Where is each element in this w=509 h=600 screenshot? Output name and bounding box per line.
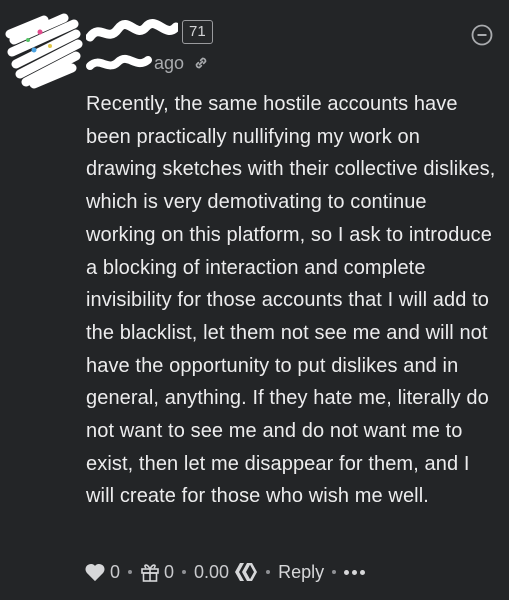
heart-icon (85, 563, 105, 582)
timestamp-suffix: ago (154, 52, 185, 73)
reputation-badge: 71 (182, 20, 213, 44)
timestamp-redacted (86, 54, 152, 70)
more-options-icon[interactable] (344, 569, 366, 575)
permalink-icon[interactable] (192, 54, 210, 72)
author-row: 71 (86, 14, 213, 50)
payout-button[interactable]: 0.00 (194, 562, 258, 583)
reply-button[interactable]: Reply (278, 562, 324, 583)
separator-dot (332, 570, 337, 574)
author-name-redacted[interactable] (86, 17, 178, 47)
gift-icon (141, 564, 159, 582)
gift-button[interactable]: 0 (140, 561, 174, 583)
meta-row: ago (86, 50, 210, 76)
vote-button[interactable]: 0 (84, 562, 120, 583)
collapse-icon[interactable] (471, 24, 493, 46)
vote-count: 0 (110, 561, 121, 582)
comment-body: Recently, the same hostile accounts have… (86, 93, 496, 508)
separator-dot (128, 570, 133, 574)
separator-dot (266, 570, 271, 574)
avatar[interactable] (4, 10, 84, 90)
payout-amount: 0.00 (194, 561, 230, 582)
comment-actions: 0 0 0.00 Reply (84, 559, 366, 585)
separator-dot (182, 570, 187, 574)
gift-count: 0 (164, 561, 175, 582)
hive-icon (235, 563, 258, 581)
comment-card: 71 ago Recently, the same hostile accoun… (0, 0, 509, 600)
